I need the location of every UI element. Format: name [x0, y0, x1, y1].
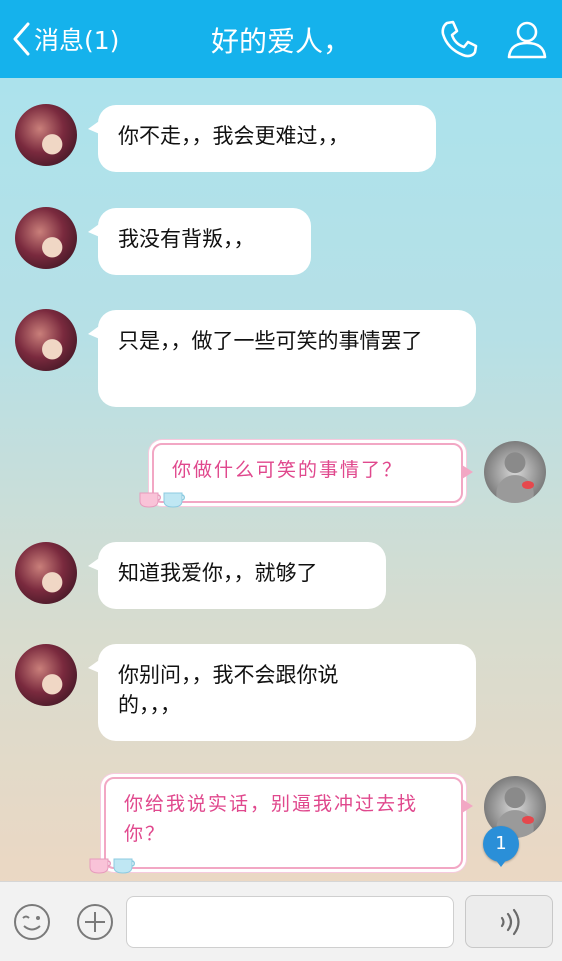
message-input[interactable] [126, 896, 454, 948]
message-bubble-incoming[interactable]: 只是，，做了一些可笑的事情罢了 [88, 310, 476, 407]
emoji-button[interactable] [12, 902, 52, 942]
contact-avatar[interactable] [15, 207, 77, 269]
teacup-decoration-icon [139, 492, 185, 508]
top-bar: 消息(1) 好的爱人， [0, 0, 562, 78]
message-bubble-outgoing[interactable]: 你做什么可笑的事情了？ [152, 443, 473, 503]
profile-button[interactable] [505, 18, 549, 60]
chat-title: 好的爱人， [210, 25, 351, 58]
message-bubble-incoming[interactable]: 我没有背叛，， [88, 208, 311, 275]
call-button[interactable] [438, 18, 480, 60]
message-text: 知道我爱你，，就够了 [118, 561, 318, 585]
unread-badge[interactable]: 1 [483, 826, 519, 867]
user-icon [507, 21, 547, 59]
message-bubble-outgoing[interactable]: 你给我说实话，别逼我冲过去找你？ [104, 777, 473, 869]
contact-avatar[interactable] [15, 644, 77, 706]
plus-icon [77, 904, 113, 940]
message-text: 只是，，做了一些可笑的事情罢了 [118, 329, 423, 353]
more-options-button[interactable] [75, 902, 115, 942]
message-text: 你别问，，我不会跟你说的，，， [118, 663, 339, 717]
phone-icon [441, 20, 478, 58]
message-bubble-incoming[interactable]: 知道我爱你，，就够了 [88, 542, 386, 609]
input-bar [0, 881, 562, 961]
message-text: 你做什么可笑的事情了？ [172, 459, 404, 481]
message-text: 你给我说实话，别逼我冲过去找你？ [124, 793, 419, 845]
chevron-left-icon [13, 22, 30, 56]
message-bubble-incoming[interactable]: 你不走，，我会更难过，， [88, 105, 436, 172]
back-label: 消息(1) [34, 26, 120, 55]
voice-icon [500, 908, 520, 935]
my-avatar[interactable] [484, 441, 546, 503]
contact-avatar[interactable] [15, 309, 77, 371]
message-text: 我没有背叛，， [118, 227, 255, 251]
message-bubble-incoming[interactable]: 你别问，，我不会跟你说的，，， [88, 644, 476, 741]
voice-button[interactable] [465, 895, 553, 948]
teacup-decoration-icon [89, 858, 135, 874]
message-text: 你不走，，我会更难过，， [118, 124, 349, 148]
emoji-icon [14, 904, 50, 940]
contact-avatar[interactable] [15, 542, 77, 604]
back-button[interactable]: 消息(1) [12, 20, 119, 58]
contact-avatar[interactable] [15, 104, 77, 166]
